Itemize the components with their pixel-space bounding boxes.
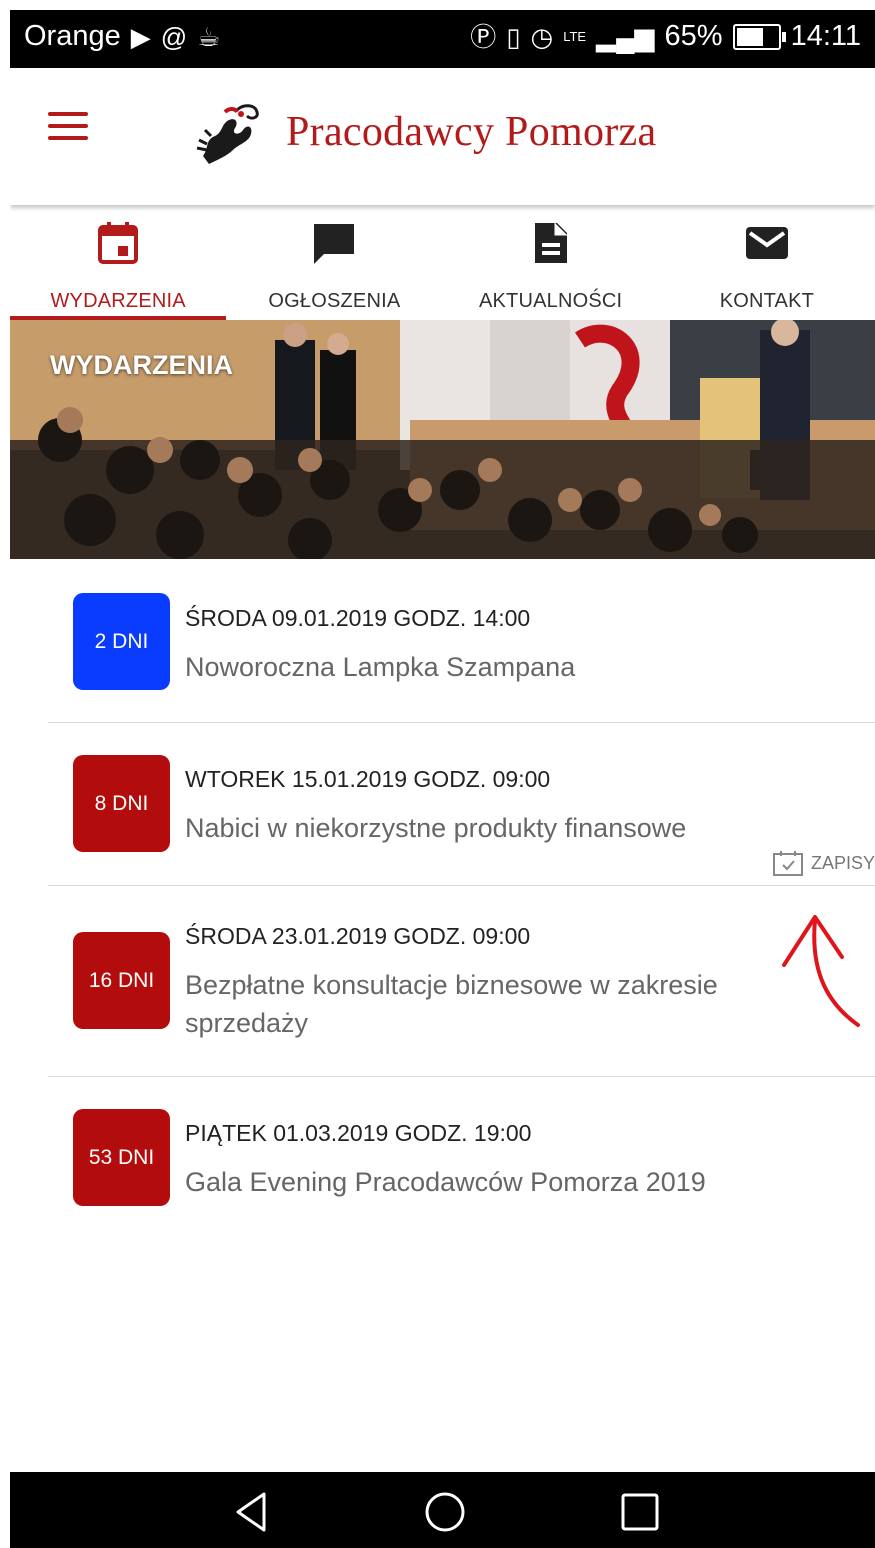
event-date: WTOREK 15.01.2019 GODZ. 09:00 <box>185 766 551 792</box>
app-header: Pracodawcy Pomorza <box>10 68 875 205</box>
hero-banner: WYDARZENIA <box>10 320 875 559</box>
event-date: ŚRODA 23.01.2019 GODZ. 09:00 <box>185 923 531 949</box>
annotation-arrow-icon <box>782 915 860 1027</box>
zapisy-label: ZAPISY <box>810 852 875 873</box>
event-item[interactable]: 8 DNI WTOREK 15.01.2019 GODZ. 09:00 Nabi… <box>48 723 875 885</box>
event-date: ŚRODA 09.01.2019 GODZ. 14:00 <box>185 605 531 631</box>
battery-percent: 65% <box>664 20 723 52</box>
chat-bubble-icon <box>314 224 355 264</box>
play-store-icon: ▶ <box>130 21 151 52</box>
alarm-icon: ◷ <box>530 21 554 52</box>
logo-dragon-icon <box>196 104 259 164</box>
event-title: Nabici w niekorzystne produkty finansowe <box>185 813 687 843</box>
hero-title: WYDARZENIA <box>50 350 233 380</box>
days-badge: 16 DNI <box>73 932 170 1029</box>
tab-kontakt[interactable]: KONTAKT <box>659 206 875 320</box>
event-title: Gala Evening Pracodawców Pomorza 2019 <box>185 1167 706 1197</box>
event-item[interactable]: 2 DNI ŚRODA 09.01.2019 GODZ. 14:00 Nowor… <box>48 572 875 722</box>
days-badge: 2 DNI <box>73 593 170 690</box>
calendar-check-icon <box>772 851 803 876</box>
signal-icon: ▂▄▆ <box>596 21 655 52</box>
app-title: Pracodawcy Pomorza <box>286 109 657 155</box>
network-type: LTE <box>563 29 587 44</box>
vibrate-icon: ▯ <box>506 21 521 52</box>
tab-bar: WYDARZENIA OGŁOSZENIA AKTUALNOŚCI KONTAK… <box>10 206 875 320</box>
at-icon: @ <box>160 21 188 52</box>
tab-ogloszenia[interactable]: OGŁOSZENIA <box>226 206 442 320</box>
status-bar: Orange ▶ @ ☕ Ⓟ ▯ ◷ LTE ▂▄▆ 65% 14:11 <box>10 10 875 68</box>
days-badge: 53 DNI <box>73 1109 170 1206</box>
back-icon[interactable] <box>232 1490 276 1534</box>
event-item[interactable]: 16 DNI ŚRODA 23.01.2019 GODZ. 09:00 Bezp… <box>48 886 875 1076</box>
tab-label: AKTUALNOŚCI <box>478 290 623 312</box>
tab-label: WYDARZENIA <box>50 290 186 312</box>
device-screen: Orange ▶ @ ☕ Ⓟ ▯ ◷ LTE ▂▄▆ 65% 14:11 Pra… <box>10 10 875 1548</box>
recents-icon[interactable] <box>618 1490 662 1534</box>
event-title: Noworoczna Lampka Szampana <box>185 652 576 682</box>
tab-label: OGŁOSZENIA <box>268 290 401 312</box>
tab-aktualnosci[interactable]: AKTUALNOŚCI <box>443 206 659 320</box>
cup-icon: ☕ <box>197 21 221 52</box>
clock: 14:11 <box>790 20 861 52</box>
menu-icon[interactable] <box>48 112 88 140</box>
calendar-icon <box>98 222 139 264</box>
tab-label: KONTAKT <box>719 290 815 312</box>
event-title: Bezpłatne konsultacje biznesowe w zakres… <box>185 970 718 1038</box>
nfc-icon: Ⓟ <box>470 21 497 52</box>
tab-wydarzenia[interactable]: WYDARZENIA <box>10 206 227 320</box>
envelope-icon <box>745 227 788 259</box>
event-item[interactable]: 53 DNI PIĄTEK 01.03.2019 GODZ. 19:00 Gal… <box>48 1077 875 1227</box>
system-nav-bar <box>10 1472 875 1548</box>
home-icon[interactable] <box>423 1490 467 1534</box>
battery-icon <box>732 23 786 50</box>
zapisy-button[interactable]: ZAPISY <box>772 850 875 876</box>
carrier-label: Orange <box>24 20 121 52</box>
document-icon <box>534 223 567 263</box>
days-badge: 8 DNI <box>73 755 170 852</box>
event-date: PIĄTEK 01.03.2019 GODZ. 19:00 <box>185 1120 532 1146</box>
